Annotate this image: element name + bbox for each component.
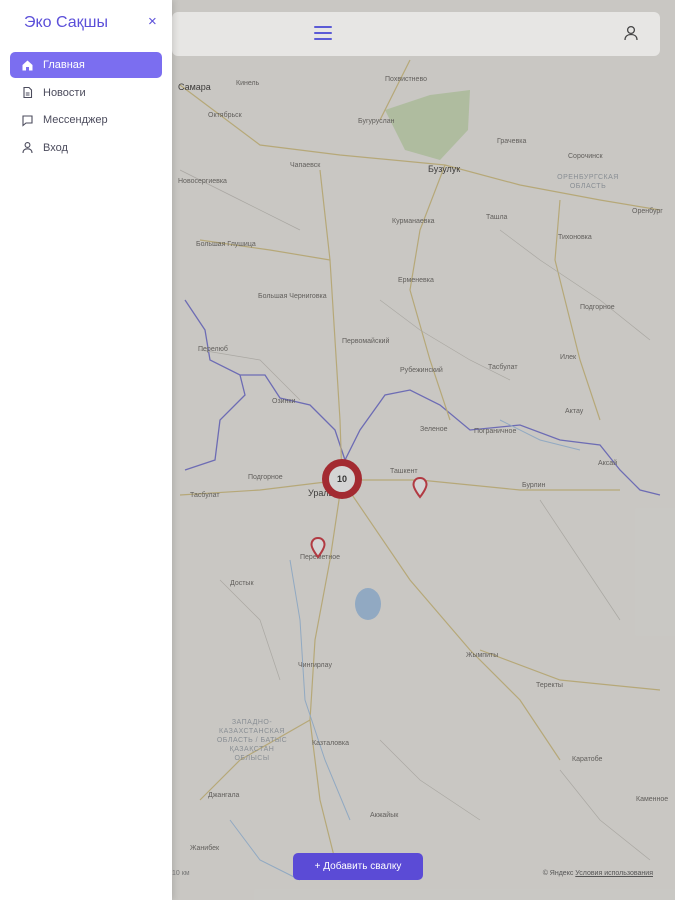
sidebar-item-home[interactable]: Главная: [10, 52, 162, 78]
chat-icon: [20, 113, 34, 127]
sidebar-item-label: Главная: [43, 59, 85, 71]
document-icon: [20, 86, 34, 100]
terms-link[interactable]: Условия использования: [575, 870, 653, 877]
close-icon[interactable]: ×: [148, 14, 157, 30]
add-dump-button[interactable]: + Добавить свалку: [293, 853, 423, 880]
sidebar-nav: Главная Новости Мессенджер Вход: [10, 52, 162, 162]
profile-icon[interactable]: [622, 24, 640, 42]
map-copyright: © Яндекс Условия использования: [542, 870, 653, 877]
map-scale: 10 км: [172, 870, 190, 877]
top-bar: [172, 12, 660, 56]
sidebar: Эко Сақшы × Главная Новости Мессенджер В…: [0, 0, 172, 900]
user-icon: [20, 141, 34, 155]
home-icon: [20, 58, 34, 72]
brand-title: Эко Сақшы: [24, 14, 108, 31]
sidebar-item-label: Мессенджер: [43, 114, 108, 126]
sidebar-item-messenger[interactable]: Мессенджер: [10, 107, 162, 133]
menu-icon[interactable]: [314, 26, 332, 40]
sidebar-item-news[interactable]: Новости: [10, 80, 162, 106]
sidebar-item-label: Новости: [43, 86, 86, 99]
sidebar-item-label: Вход: [43, 141, 68, 154]
sidebar-item-login[interactable]: Вход: [10, 135, 162, 161]
